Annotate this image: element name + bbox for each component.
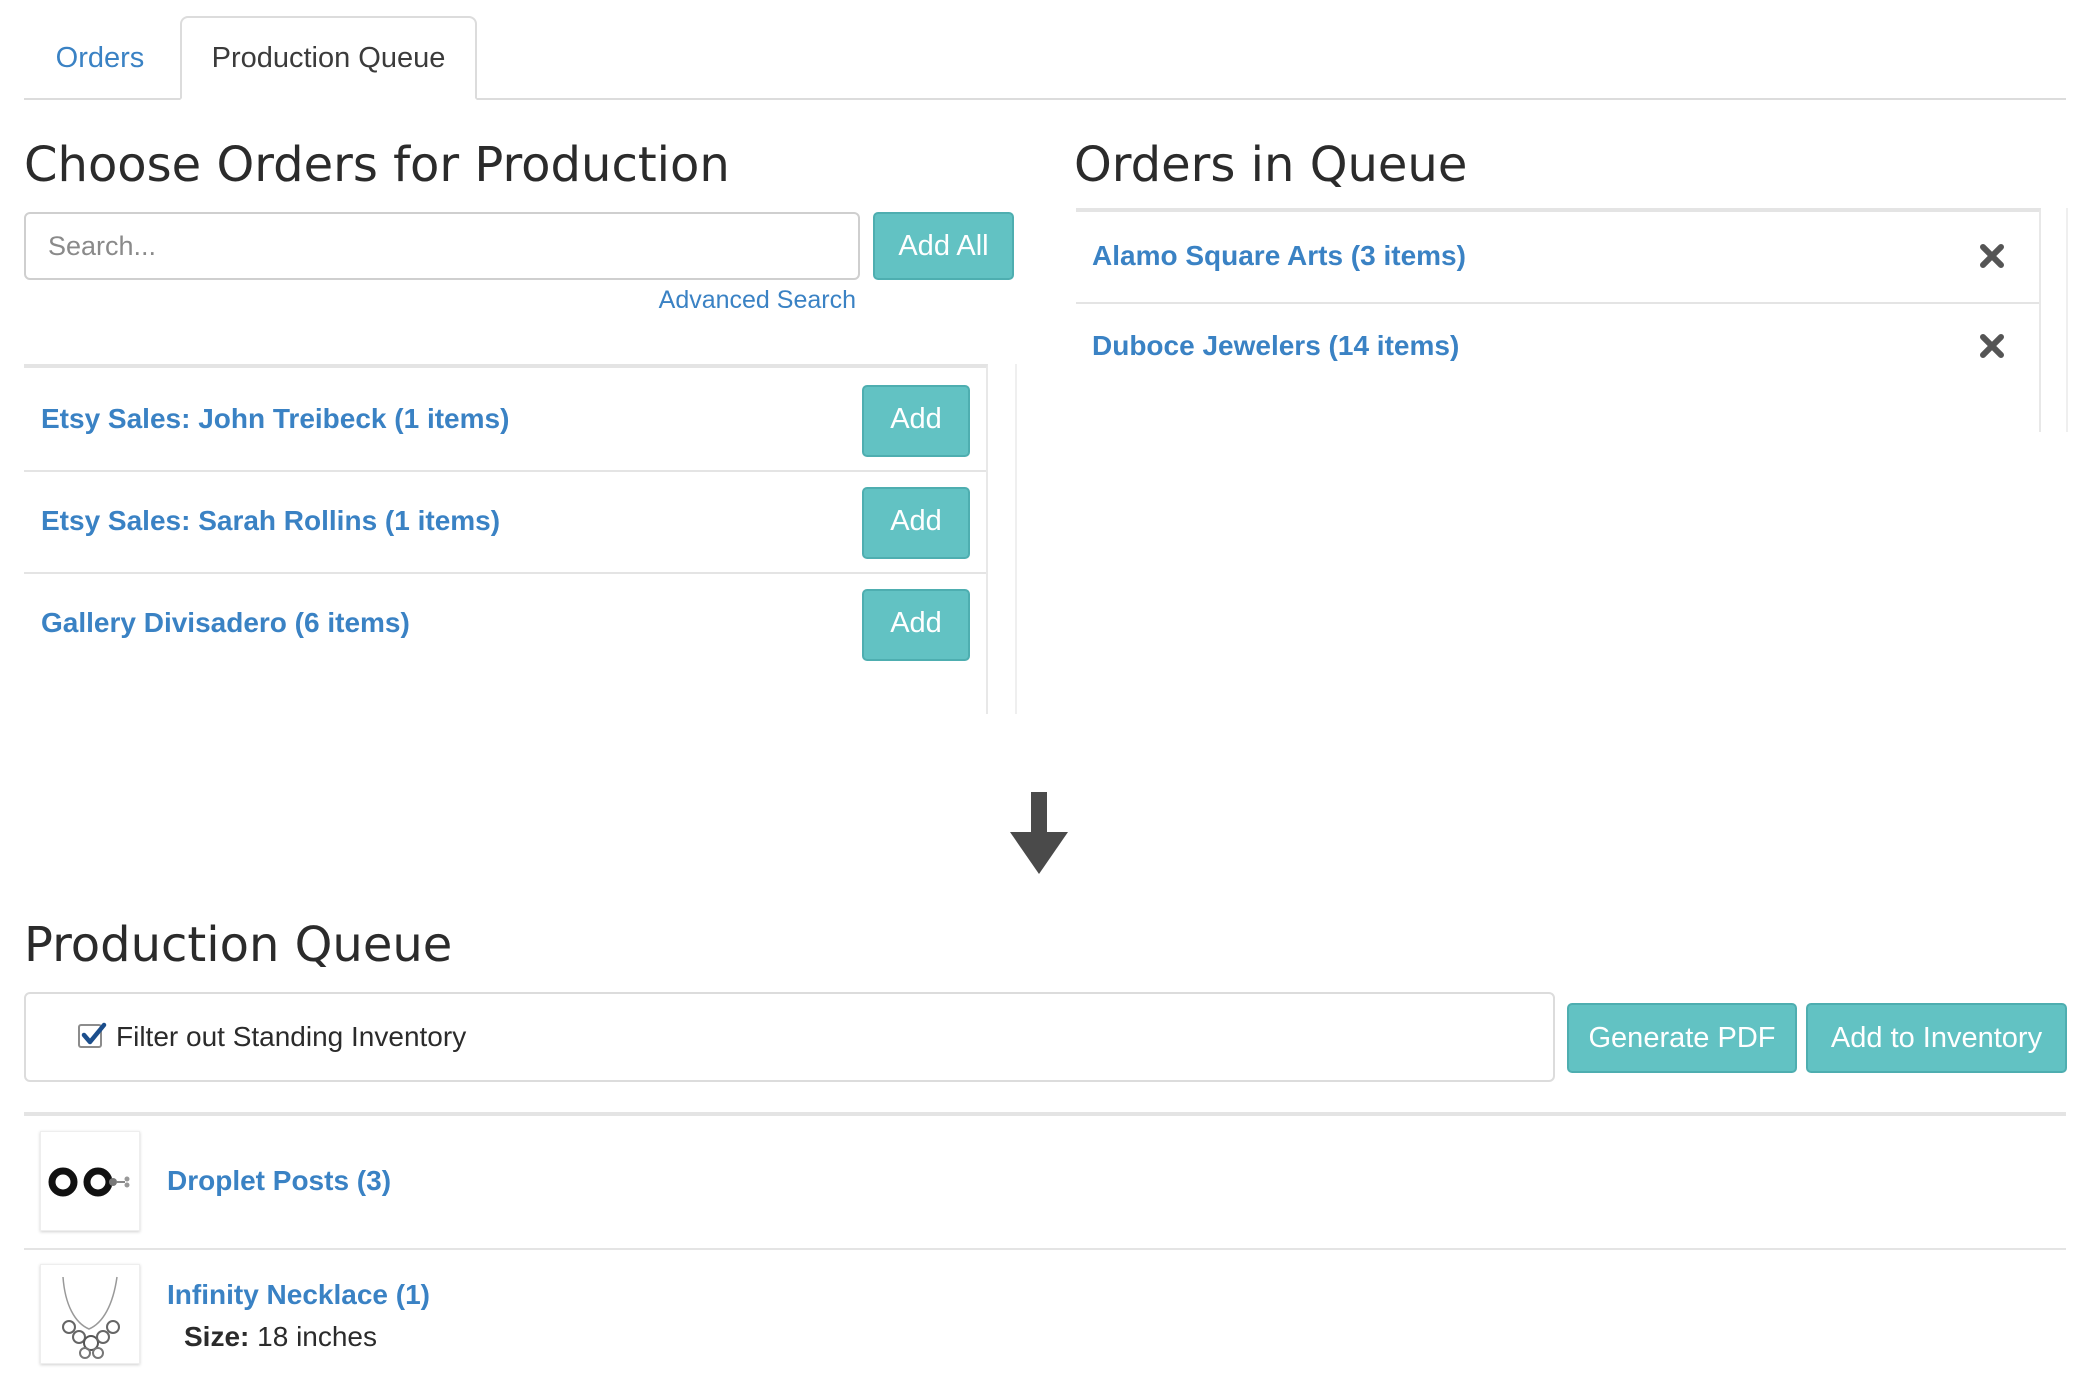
tab-production-queue[interactable]: Production Queue	[180, 16, 477, 100]
filter-panel: Filter out Standing Inventory	[24, 992, 1555, 1082]
product-size: Size: 18 inches	[184, 1317, 377, 1357]
filter-standing-inventory-checkbox[interactable]	[78, 1022, 107, 1048]
queue-order-link[interactable]: Duboce Jewelers (14 items)	[1092, 302, 1459, 390]
search-input[interactable]	[24, 212, 860, 280]
product-link-droplet-posts[interactable]: Droplet Posts (3)	[167, 1161, 391, 1201]
queue-row: Alamo Square Arts (3 items)	[1076, 212, 2039, 304]
add-all-button[interactable]: Add All	[873, 212, 1014, 280]
orders-list-scrollbar[interactable]	[1015, 364, 1017, 714]
orders-list: Etsy Sales: John Treibeck (1 items) Add …	[24, 364, 988, 714]
order-row: Etsy Sales: Sarah Rollins (1 items) Add	[24, 470, 986, 574]
remove-icon[interactable]	[1977, 241, 2007, 271]
order-link[interactable]: Gallery Divisadero (6 items)	[41, 572, 410, 674]
queue-list-scrollbar[interactable]	[2066, 208, 2068, 432]
choose-orders-heading: Choose Orders for Production	[24, 137, 730, 193]
production-queue-heading: Production Queue	[24, 917, 453, 973]
advanced-search-link[interactable]: Advanced Search	[560, 282, 856, 318]
production-list-divider	[24, 1112, 2066, 1116]
product-link-infinity-necklace[interactable]: Infinity Necklace (1)	[167, 1275, 430, 1315]
size-label: Size:	[184, 1321, 250, 1352]
order-row: Etsy Sales: John Treibeck (1 items) Add	[24, 368, 986, 472]
checkmark-icon	[81, 1022, 107, 1045]
generate-pdf-button[interactable]: Generate PDF	[1567, 1003, 1797, 1073]
tab-orders[interactable]: Orders	[24, 18, 176, 100]
queue-list: Alamo Square Arts (3 items) Duboce Jewel…	[1076, 208, 2041, 432]
queue-row: Duboce Jewelers (14 items)	[1076, 302, 2039, 392]
product-row-divider	[24, 1248, 2066, 1250]
add-order-button[interactable]: Add	[862, 385, 970, 457]
add-order-button[interactable]: Add	[862, 487, 970, 559]
filter-standing-inventory-label[interactable]: Filter out Standing Inventory	[116, 994, 466, 1080]
order-link[interactable]: Etsy Sales: Sarah Rollins (1 items)	[41, 470, 500, 572]
necklace-thumbnail[interactable]	[40, 1264, 140, 1364]
add-order-button[interactable]: Add	[862, 589, 970, 661]
orders-in-queue-heading: Orders in Queue	[1074, 137, 1468, 193]
order-link[interactable]: Etsy Sales: John Treibeck (1 items)	[41, 368, 509, 470]
order-row: Gallery Divisadero (6 items) Add	[24, 572, 986, 674]
arrow-down-icon	[1010, 792, 1068, 874]
earring-thumbnail[interactable]	[40, 1131, 140, 1231]
remove-icon[interactable]	[1977, 331, 2007, 361]
queue-order-link[interactable]: Alamo Square Arts (3 items)	[1092, 212, 1466, 300]
add-to-inventory-button[interactable]: Add to Inventory	[1806, 1003, 2067, 1073]
size-value: 18 inches	[249, 1321, 377, 1352]
